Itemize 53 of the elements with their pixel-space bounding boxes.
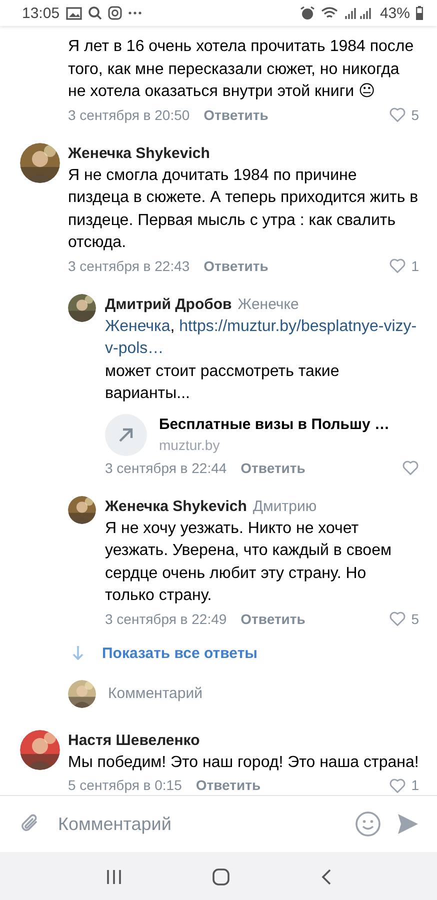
reply-link[interactable]: Ответить [204, 106, 268, 122]
heart-icon[interactable] [389, 778, 406, 792]
like-count: 5 [411, 610, 419, 626]
author-name[interactable]: Женечка Shykevich [68, 142, 210, 164]
reply-to: Женечке [238, 294, 299, 314]
comment-text: Я лет в 16 очень хотела прочитать 1984 после того, как мне пересказали сюжет, но никогда не хотела оказаться внутри этой книги 😐 [68, 37, 415, 102]
send-icon[interactable] [397, 813, 419, 835]
reply-to: Дмитрию [252, 496, 317, 516]
reply-link[interactable]: Ответить [204, 258, 268, 274]
comment-date: 3 сентября в 20:50 [68, 106, 190, 122]
reply-link[interactable]: Ответить [240, 460, 306, 476]
author-name[interactable]: Дмитрий Дробов [105, 294, 232, 316]
comment-text: может стоит рассмотреть такие варианты... [105, 362, 340, 404]
like-count: 1 [411, 777, 419, 793]
smile-icon[interactable] [355, 811, 381, 837]
home-icon[interactable] [212, 868, 230, 886]
comment-date: 5 сентября в 0:15 [68, 777, 182, 793]
author-name[interactable]: Женечка Shykevich [105, 496, 247, 518]
comment-text: Мы победим! Это наш город! Это наша страна! [68, 752, 419, 772]
battery-icon [416, 6, 423, 20]
battery-percent: 43% [380, 4, 410, 22]
link-preview-domain: muztur.by [159, 436, 221, 454]
link-preview-icon[interactable] [105, 414, 147, 456]
heart-icon[interactable] [402, 460, 419, 475]
alarm-icon [300, 6, 315, 20]
search-icon [88, 6, 102, 20]
heart-icon[interactable] [389, 107, 406, 122]
like-count: 1 [411, 258, 419, 274]
wifi-icon [320, 6, 338, 20]
comment-date: 3 сентября в 22:49 [105, 610, 227, 626]
recent-apps-icon[interactable] [104, 869, 123, 885]
image-icon [66, 6, 82, 20]
reply-link[interactable]: Ответить [196, 777, 261, 793]
camera-icon [108, 6, 122, 20]
comment-date: 3 сентября в 22:44 [105, 460, 227, 476]
comment-input-field[interactable]: Комментарий [58, 810, 339, 838]
heart-icon[interactable] [389, 258, 406, 273]
author-name[interactable]: Настя Шевеленко [68, 730, 200, 752]
status-time: 13:05 [22, 4, 60, 22]
back-icon[interactable] [320, 868, 332, 886]
comment-text: Я не смогла дочитать 1984 по причине пиздеца в сюжете. А теперь приходится жить в пиздеце. Первая мысль с утра : как свалить отсюда. [68, 166, 419, 253]
down-arrow-icon [72, 645, 84, 661]
heart-icon[interactable] [389, 611, 406, 626]
link-preview-title[interactable]: Бесплатные визы в Польшу … [159, 414, 390, 434]
reply-link[interactable]: Ответить [240, 610, 306, 626]
comment-date: 3 сентября в 22:43 [68, 258, 190, 274]
more-icon [128, 11, 142, 15]
signal-icon [344, 6, 374, 20]
show-all-replies-link[interactable]: Показать все ответы [102, 644, 258, 662]
reply-input-field[interactable]: Комментарий [108, 685, 202, 702]
comment-text: Я не хочу уезжать. Никто не хочет уезжать. Уверена, что каждый в своем сердце очень любит эту страну. Но только страну. [105, 518, 392, 606]
like-count: 5 [411, 106, 419, 122]
comment-mention-text: Женечка, https://muztur.by/besplatnye-vizy-v-pols… [105, 316, 418, 359]
